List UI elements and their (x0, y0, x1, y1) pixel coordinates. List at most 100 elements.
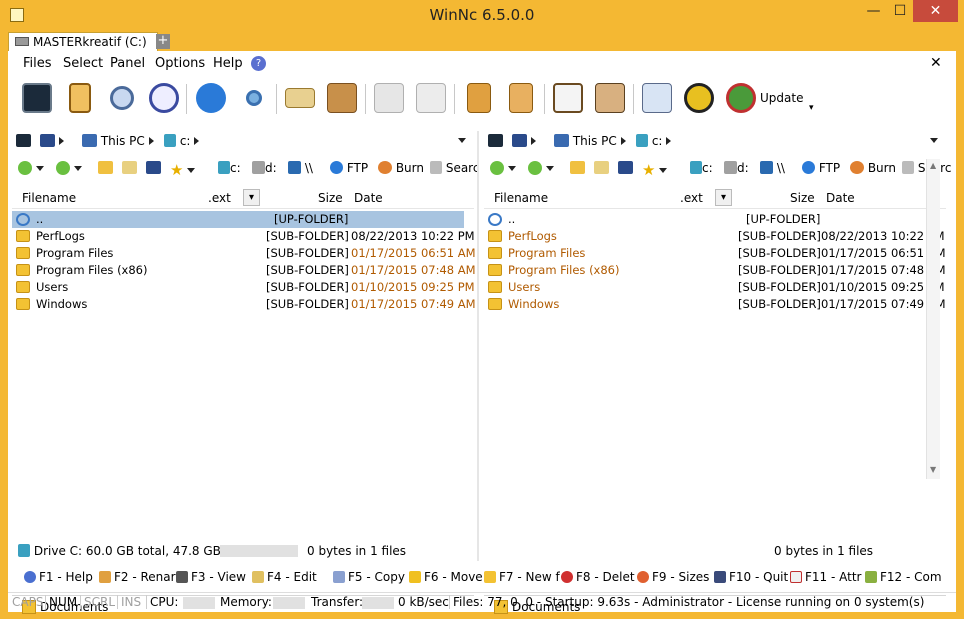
table-row[interactable]: Program Files [SUB-FOLDER] 01/17/2015 06… (484, 245, 946, 262)
f12-compare-button[interactable]: F12 - Com (865, 570, 942, 584)
home-icon[interactable] (98, 161, 113, 175)
f7-new-folder-button[interactable]: F7 - New f (484, 570, 560, 584)
globe-icon[interactable] (194, 81, 228, 115)
search-button[interactable]: Searc (430, 161, 479, 175)
toolbar-more-icon[interactable]: ▾ (809, 103, 814, 113)
table-row[interactable]: Program Files (x86) [SUB-FOLDER] 01/17/2… (12, 262, 476, 279)
update-icon[interactable] (724, 81, 758, 115)
table-row[interactable]: Program Files [SUB-FOLDER] 01/17/2015 06… (12, 245, 476, 262)
clipboard-icon[interactable] (63, 81, 97, 115)
mail-icon[interactable] (283, 81, 317, 115)
preview-icon[interactable] (640, 81, 674, 115)
drive-d-button[interactable]: d: (252, 161, 277, 175)
col-filename[interactable]: Filename (22, 191, 76, 205)
ext-dropdown-icon[interactable]: ▾ (243, 189, 260, 206)
tools-icon[interactable] (593, 81, 627, 115)
minimize-button[interactable]: — (860, 0, 887, 22)
desktop-icon[interactable] (618, 161, 633, 175)
table-row[interactable]: Windows [SUB-FOLDER] 01/17/2015 07:49 AM (12, 296, 476, 313)
favorites-icon[interactable]: ★ (642, 161, 668, 179)
col-ext[interactable]: .ext (680, 191, 703, 205)
terminal-icon[interactable] (20, 81, 54, 115)
network-drive-button[interactable]: \\ (760, 161, 785, 175)
desktop-icon[interactable] (146, 161, 161, 175)
left-path-bar[interactable]: This PC c: (12, 131, 474, 153)
right-panel[interactable]: This PC c: ★ c: d: \\ FTP Burn Searc (484, 131, 951, 614)
add-tab-button[interactable]: + (156, 34, 170, 49)
f11-attr-button[interactable]: F11 - Attr (790, 570, 861, 584)
burn-button[interactable]: Burn (378, 161, 424, 175)
path-this-pc[interactable]: This PC (82, 134, 154, 148)
ext-dropdown-icon[interactable]: ▾ (715, 189, 732, 206)
drive-c-button[interactable]: c: (218, 161, 241, 175)
table-row[interactable]: PerfLogs [SUB-FOLDER] 08/22/2013 10:22 P… (484, 228, 945, 245)
menu-help[interactable]: Help (213, 56, 243, 71)
drive-c-button[interactable]: c: (690, 161, 713, 175)
table-row[interactable]: .. [UP-FOLDER] (12, 211, 464, 228)
network-drive-button[interactable]: \\ (288, 161, 313, 175)
bug-icon[interactable] (682, 81, 716, 115)
back-icon[interactable] (18, 161, 44, 176)
right-path-bar[interactable]: This PC c: (484, 131, 946, 153)
path-dropdown-icon[interactable] (930, 134, 938, 148)
notes-icon[interactable] (122, 161, 137, 175)
menu-select[interactable]: Select (63, 56, 103, 71)
f8-delete-button[interactable]: F8 - Delet (561, 570, 635, 584)
left-panel[interactable]: This PC c: ★ c: d: \\ FTP Burn Searc Fil… (12, 131, 479, 614)
help-icon[interactable]: ? (251, 56, 266, 71)
col-size[interactable]: Size (790, 191, 815, 205)
col-date[interactable]: Date (826, 191, 855, 205)
maximize-button[interactable]: ☐ (887, 0, 913, 22)
path-dropdown-icon[interactable] (458, 134, 466, 148)
panel-divider[interactable] (477, 131, 479, 561)
table-row[interactable]: Users [SUB-FOLDER] 01/10/2015 09:25 PM (484, 279, 945, 296)
forward-icon[interactable] (528, 161, 554, 176)
desktop-icon[interactable] (512, 134, 536, 148)
unlock-icon[interactable] (504, 81, 538, 115)
table-row[interactable]: PerfLogs [SUB-FOLDER] 08/22/2013 10:22 P… (12, 228, 475, 245)
f6-move-button[interactable]: F6 - Move (409, 570, 483, 584)
tab-masterkreatif-c[interactable]: MASTERkreatif (C:) (8, 32, 158, 51)
burn-button[interactable]: Burn (850, 161, 896, 175)
notes-icon[interactable] (594, 161, 609, 175)
network-icon[interactable] (237, 81, 271, 115)
ftp-button[interactable]: FTP (802, 161, 840, 175)
col-size[interactable]: Size (318, 191, 343, 205)
table-row[interactable]: Windows [SUB-FOLDER] 01/17/2015 07:49 AM (484, 296, 946, 313)
right-scrollbar[interactable]: ▲ ▼ (926, 159, 940, 479)
f1-help-button[interactable]: F1 - Help (24, 570, 93, 584)
back-icon[interactable] (490, 161, 516, 176)
sync-icon[interactable] (147, 81, 181, 115)
favorites-icon[interactable]: ★ (170, 161, 196, 179)
ftp-button[interactable]: FTP (330, 161, 368, 175)
forward-icon[interactable] (56, 161, 82, 176)
table-row[interactable]: Users [SUB-FOLDER] 01/10/2015 09:25 PM (12, 279, 475, 296)
f4-edit-button[interactable]: F4 - Edit (252, 570, 317, 584)
f9-sizes-button[interactable]: F9 - Sizes (637, 570, 709, 584)
menu-options[interactable]: Options (155, 56, 205, 71)
table-row[interactable]: Program Files (x86) [SUB-FOLDER] 01/17/2… (484, 262, 946, 279)
table-row[interactable]: .. [UP-FOLDER] (484, 211, 936, 228)
path-this-pc[interactable]: This PC (554, 134, 626, 148)
console-icon[interactable] (488, 134, 503, 148)
drive-d-button[interactable]: d: (724, 161, 749, 175)
col-ext[interactable]: .ext (208, 191, 231, 205)
scissors-icon[interactable] (372, 81, 406, 115)
menu-files[interactable]: Files (23, 56, 52, 71)
path-drive[interactable]: c: (636, 134, 672, 148)
console-icon[interactable] (16, 134, 31, 148)
home-icon[interactable] (570, 161, 585, 175)
presentation-icon[interactable] (551, 81, 585, 115)
f5-copy-button[interactable]: F5 - Copy (333, 570, 405, 584)
f10-quit-button[interactable]: F10 - Quit (714, 570, 788, 584)
menu-panel[interactable]: Panel (110, 56, 145, 71)
update-button[interactable]: Update (760, 91, 803, 105)
tags-icon[interactable] (414, 81, 448, 115)
scroll-up-icon[interactable]: ▲ (930, 161, 936, 170)
scroll-down-icon[interactable]: ▼ (930, 465, 936, 474)
f3-view-button[interactable]: F3 - View (176, 570, 246, 584)
close-toolbar-icon[interactable]: ✕ (930, 55, 942, 71)
box-icon[interactable] (325, 81, 359, 115)
title-bar[interactable]: WinNc 6.5.0.0 — ☐ ✕ (0, 0, 964, 31)
path-drive[interactable]: c: (164, 134, 200, 148)
